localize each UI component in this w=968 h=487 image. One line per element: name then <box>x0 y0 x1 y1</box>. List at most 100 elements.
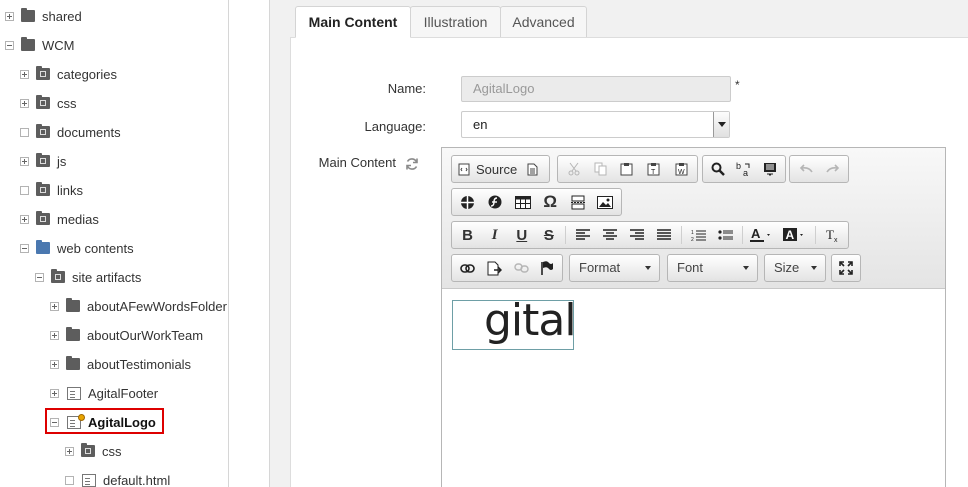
name-field[interactable]: AgitalLogo <box>461 76 731 102</box>
tree-item-css-child[interactable]: css <box>65 441 122 461</box>
folder-icon <box>66 356 80 370</box>
align-left-button[interactable] <box>569 223 596 247</box>
align-center-button[interactable] <box>597 223 624 247</box>
document-icon <box>67 386 81 400</box>
tab-illustration[interactable]: Illustration <box>410 6 501 38</box>
flash-button[interactable] <box>482 190 510 214</box>
special-char-button[interactable]: Ω <box>537 190 565 214</box>
tree-item-agital-footer[interactable]: AgitalFooter <box>50 383 158 403</box>
tree-item-about-testimonials[interactable]: aboutTestimonials <box>50 354 191 374</box>
tree-item-label: aboutOurWorkTeam <box>87 327 204 343</box>
background-color-button[interactable]: A <box>779 223 812 247</box>
italic-button[interactable]: I <box>481 223 508 247</box>
tree-item-label: css <box>57 95 77 111</box>
paste-button[interactable] <box>613 157 640 181</box>
expand-icon[interactable] <box>20 214 29 224</box>
undo-button[interactable] <box>792 157 819 181</box>
table-button[interactable] <box>509 190 537 214</box>
templates-icon <box>527 163 537 175</box>
clipboard-toolbar-group: T W <box>557 155 698 183</box>
tree-item-categories[interactable]: categories <box>20 64 117 84</box>
bold-icon: B <box>462 226 473 244</box>
editor-content-area[interactable]: gital <box>442 290 945 487</box>
expand-icon[interactable] <box>50 388 59 398</box>
tree-item-js[interactable]: js <box>20 151 66 171</box>
image-button[interactable] <box>592 190 620 214</box>
bold-button[interactable]: B <box>454 223 481 247</box>
toolbar-separator <box>680 226 682 244</box>
widget-button[interactable] <box>454 190 482 214</box>
strikethrough-button[interactable]: S <box>535 223 562 247</box>
tree-item-web-contents[interactable]: web contents <box>20 238 134 258</box>
italic-icon: I <box>491 226 498 243</box>
anchor-button[interactable] <box>534 256 560 280</box>
tree-item-label: aboutTestimonials <box>87 356 192 372</box>
svg-text:W: W <box>678 169 685 176</box>
tree-item-about-our-work-team[interactable]: aboutOurWorkTeam <box>50 325 203 345</box>
collapse-icon[interactable] <box>35 272 44 282</box>
expand-icon[interactable] <box>65 446 74 456</box>
select-all-button[interactable] <box>757 157 783 181</box>
replace-button[interactable]: ba <box>731 157 757 181</box>
editor-toolbar: Source T W b a Ω B I U S 1 2 A A T x For… <box>442 148 945 289</box>
numbered-list-button[interactable]: 12 <box>685 223 712 247</box>
tree-item-about-a-few-words[interactable]: aboutAFewWordsFolder <box>50 296 227 316</box>
tree-item-shared[interactable]: shared <box>5 6 82 26</box>
page-break-button[interactable] <box>564 190 592 214</box>
dropdown-arrow-icon[interactable] <box>713 112 729 137</box>
cut-button[interactable] <box>560 157 587 181</box>
bulleted-list-button[interactable] <box>712 223 739 247</box>
panel-splitter[interactable] <box>229 0 270 487</box>
text-color-button[interactable]: A <box>746 223 779 247</box>
copy-button[interactable] <box>587 157 612 181</box>
remove-format-button[interactable]: Tx <box>819 223 846 247</box>
underline-button[interactable]: U <box>508 223 535 247</box>
tab-label: Illustration <box>423 14 488 30</box>
collapse-icon[interactable] <box>5 40 14 50</box>
format-dropdown[interactable]: Format <box>569 254 660 282</box>
tree-item-css[interactable]: css <box>20 93 77 113</box>
flash-icon <box>488 195 502 209</box>
logo-placeholder[interactable]: gital <box>452 300 574 350</box>
justify-button[interactable] <box>651 223 678 247</box>
anchor-insert-button[interactable] <box>480 256 508 280</box>
folder-icon <box>66 327 80 341</box>
svg-text:A: A <box>786 228 795 242</box>
size-dropdown[interactable]: Size <box>764 254 826 282</box>
tab-label: Advanced <box>512 14 575 30</box>
expand-icon[interactable] <box>5 11 14 21</box>
find-button[interactable] <box>705 157 731 181</box>
expand-icon[interactable] <box>50 301 59 311</box>
font-dropdown[interactable]: Font <box>667 254 758 282</box>
expand-icon[interactable] <box>20 156 29 166</box>
expand-icon[interactable] <box>20 98 29 108</box>
paste-text-button[interactable]: T <box>640 157 667 181</box>
link-button[interactable] <box>454 256 480 280</box>
tab-advanced[interactable]: Advanced <box>500 6 587 38</box>
insert-toolbar-group: Ω <box>451 188 622 216</box>
unlink-button[interactable] <box>508 256 534 280</box>
tree-item-label: documents <box>57 124 121 140</box>
tree-item-default-html[interactable]: default.html <box>65 470 170 487</box>
expand-icon[interactable] <box>50 359 59 369</box>
tab-main-content[interactable]: Main Content <box>295 6 411 38</box>
font-label: Font <box>677 260 704 275</box>
strikethrough-icon: S <box>543 226 554 244</box>
language-select[interactable]: en <box>461 111 730 138</box>
tree-item-wcm[interactable]: WCM <box>5 35 75 55</box>
expand-icon[interactable] <box>20 69 29 79</box>
expand-icon[interactable] <box>50 330 59 340</box>
tree-item-site-artifacts[interactable]: site artifacts <box>35 267 141 287</box>
undo-toolbar-group <box>789 155 849 183</box>
source-button[interactable]: Source <box>454 157 520 181</box>
tree-item-documents[interactable]: documents <box>20 122 121 142</box>
paste-word-button[interactable]: W <box>668 157 695 181</box>
redo-button[interactable] <box>819 157 846 181</box>
tree-item-links[interactable]: links <box>20 180 83 200</box>
align-right-button[interactable] <box>624 223 651 247</box>
maximize-button[interactable] <box>834 256 858 280</box>
tree-item-medias[interactable]: medias <box>20 209 99 229</box>
collapse-icon[interactable] <box>20 243 29 253</box>
templates-button[interactable] <box>520 157 544 181</box>
refresh-icon[interactable] <box>405 157 419 171</box>
